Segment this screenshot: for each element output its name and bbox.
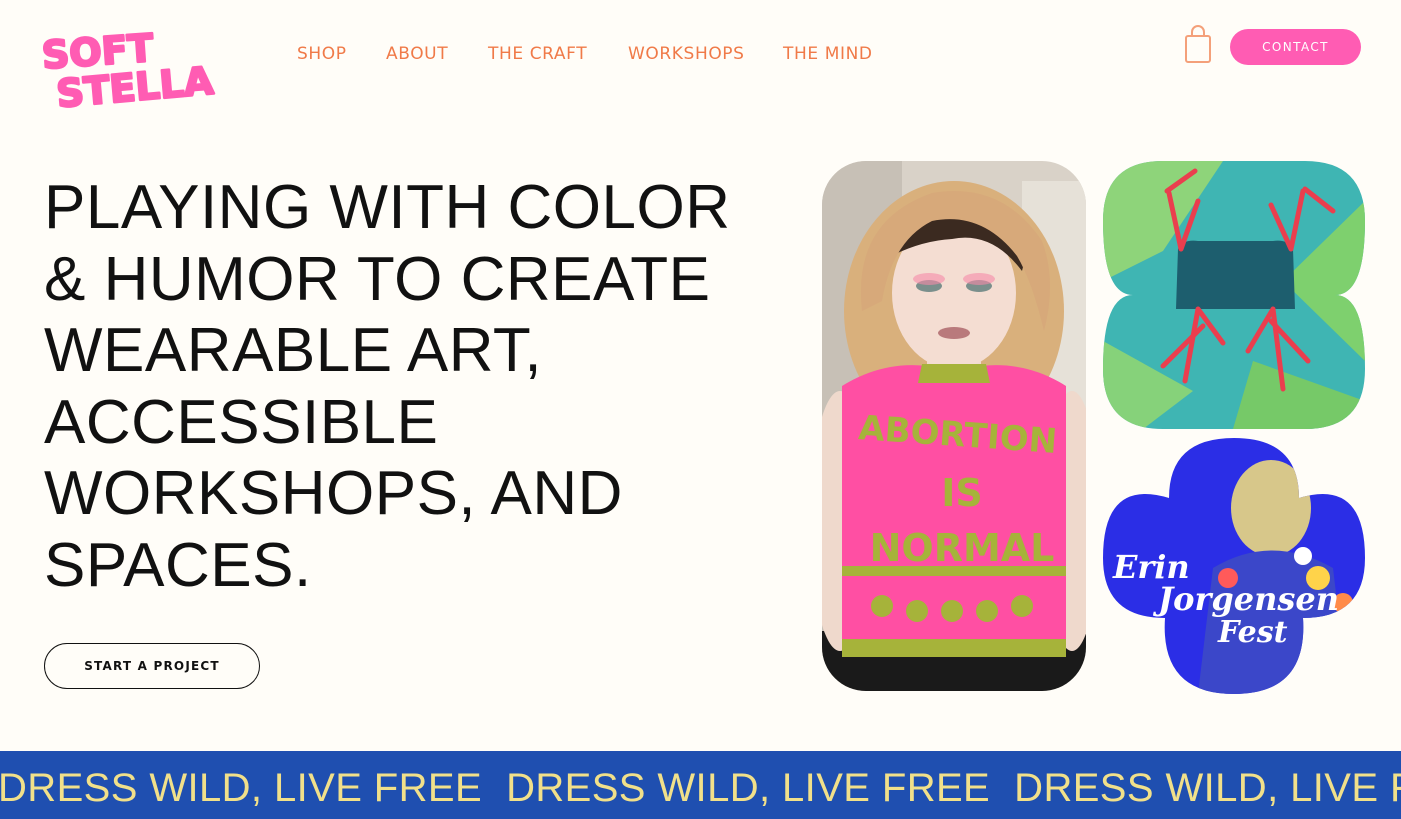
nav-item-the-mind[interactable]: THE MIND [783,44,873,64]
marquee-text: DRESS WILD, LIVE FREE [506,766,991,810]
poster-text-line-3: Fest [1217,615,1288,650]
hero-headline: PLAYING WITH COLOR & HUMOR TO CREATE WEA… [44,173,731,600]
nav-item-the-craft[interactable]: THE CRAFT [488,44,587,64]
marquee-track: DRESS WILD, LIVE FREE DRESS WILD, LIVE FR… [0,766,1401,811]
start-a-project-button[interactable]: START A PROJECT [44,643,260,689]
nav-item-shop[interactable]: SHOP [297,44,347,64]
marquee-banner: DRESS WILD, LIVE FREE DRESS WILD, LIVE FR… [0,751,1401,819]
portrait-image: ABORTION IS NORMAL [822,161,1086,691]
sweater-text-line-2: IS [941,471,983,515]
marquee-text: DRESS WILD, LIVE FREE [0,766,483,810]
crochet-top-image [1103,161,1365,429]
shopping-bag-icon[interactable] [1183,24,1213,64]
soft-stella-logo[interactable]: SOFT STELLA [38,24,243,108]
marquee-text: DRESS WILD, LIVE FREE [1014,766,1401,810]
nav-item-about[interactable]: ABOUT [386,44,448,64]
sweater-text-line-3: NORMAL [870,526,1055,570]
poster-text-line-2: Jorgensen [1152,580,1339,618]
nav-item-workshops[interactable]: WORKSHOPS [628,44,745,64]
contact-button[interactable]: CONTACT [1230,29,1361,65]
event-poster-image: Erin Jorgensen Fest [1103,438,1365,694]
